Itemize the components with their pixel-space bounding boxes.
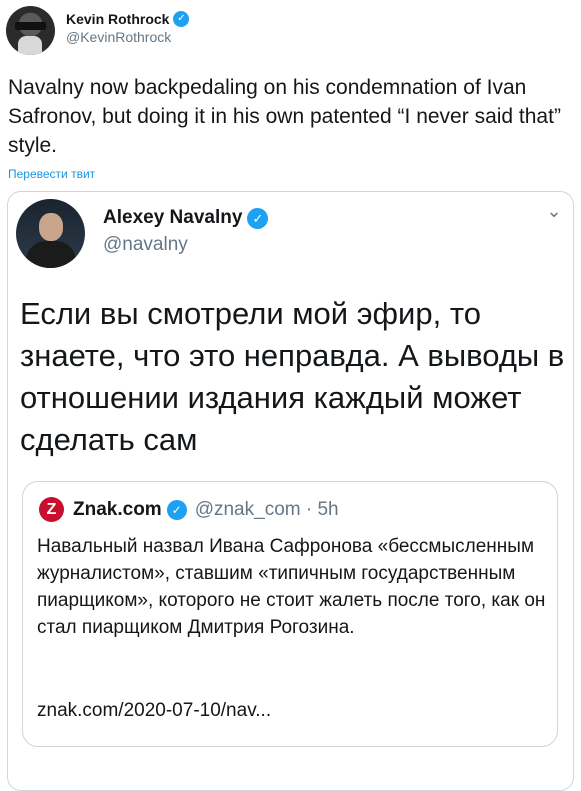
quoted-author-name: Znak.com	[73, 498, 162, 520]
avatar[interactable]	[16, 199, 85, 268]
verified-icon: ✓	[166, 499, 187, 520]
quoted-tweet[interactable]: Z Znak.com ✓ @znak_com · 5h Навальный на…	[22, 481, 558, 747]
author-name[interactable]: Alexey Navalny	[103, 207, 242, 229]
tweet-text: Navalny now backpedaling on his condemna…	[8, 76, 561, 157]
znak-logo-icon: Z	[39, 497, 64, 522]
embedded-header: Alexey Navalny ✓ @navalny	[16, 199, 269, 268]
quoted-meta: @znak_com · 5h	[194, 498, 339, 520]
author-handle[interactable]: @navalny	[103, 234, 268, 256]
translate-link[interactable]: Перевести твит	[8, 167, 95, 181]
author-block: Alexey Navalny ✓ @navalny	[103, 207, 269, 256]
chevron-down-icon[interactable]: ⌄	[545, 202, 563, 220]
author-name-row: Alexey Navalny ✓	[103, 207, 269, 229]
verified-icon: ✓	[247, 207, 269, 229]
quoted-header: Z Znak.com ✓ @znak_com · 5h	[39, 497, 339, 522]
embedded-tweet-text: Если вы смотрели мой эфир, то знаете, чт…	[20, 296, 565, 457]
author-block: Kevin Rothrock ✓ @KevinRothrock	[66, 11, 190, 45]
author-handle[interactable]: @KevinRothrock	[66, 29, 189, 45]
embedded-tweet[interactable]: Alexey Navalny ✓ @navalny ⌄ Если вы смот…	[7, 191, 574, 791]
verified-icon: ✓	[173, 11, 190, 27]
quoted-link[interactable]: znak.com/2020-07-10/nav...	[37, 700, 271, 722]
author-name[interactable]: Kevin Rothrock	[66, 11, 169, 27]
avatar[interactable]	[6, 6, 55, 55]
tweet-header: Kevin Rothrock ✓ @KevinRothrock	[6, 6, 190, 55]
quoted-text: Навальный назвал Ивана Сафронова «бессмы…	[37, 536, 546, 638]
author-name-row: Kevin Rothrock ✓	[66, 11, 190, 27]
